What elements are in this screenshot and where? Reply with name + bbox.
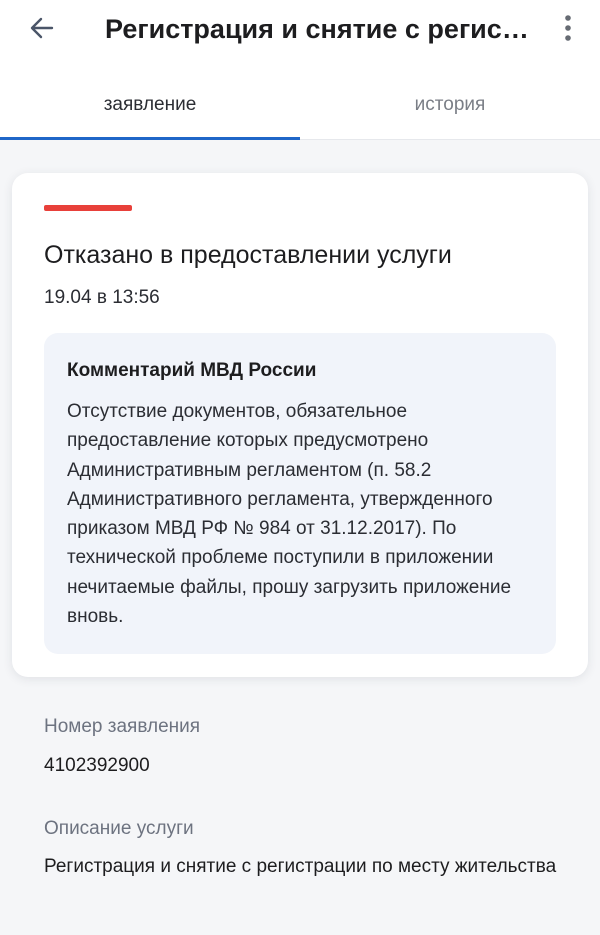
- comment-title: Комментарий МВД России: [67, 360, 317, 381]
- tab-history-label: история: [414, 94, 486, 115]
- status-title: Отказано в предоставлении услуги: [44, 241, 452, 269]
- service-description-label: Описание услуги: [44, 818, 194, 839]
- application-number-value: 4102392900: [44, 755, 150, 776]
- tab-bar: заявление история: [0, 62, 600, 140]
- tab-history[interactable]: история: [300, 62, 600, 140]
- tab-application[interactable]: заявление: [0, 62, 300, 140]
- app-header: Регистрация и снятие с регистрации по ме…: [0, 0, 600, 62]
- status-indicator: [44, 205, 132, 211]
- comment-box: Комментарий МВД России Отсутствие докуме…: [44, 333, 556, 654]
- tab-application-label: заявление: [103, 94, 197, 115]
- arrow-left-icon: [30, 17, 54, 39]
- status-card: Отказано в предоставлении услуги 19.04 в…: [12, 173, 588, 677]
- active-tab-indicator: [0, 137, 300, 140]
- service-description-value: Регистрация и снятие с регистрации по ме…: [44, 856, 557, 877]
- comment-text: Отсутствие документов, обязательное пред…: [67, 401, 512, 628]
- page-title: Регистрация и снятие с регистрации по ме…: [105, 14, 533, 44]
- application-number-label: Номер заявления: [44, 716, 201, 737]
- back-button[interactable]: [20, 8, 64, 48]
- more-vertical-icon: [565, 15, 571, 41]
- status-date: 19.04 в 13:56: [44, 287, 160, 308]
- more-options-button[interactable]: [552, 8, 584, 48]
